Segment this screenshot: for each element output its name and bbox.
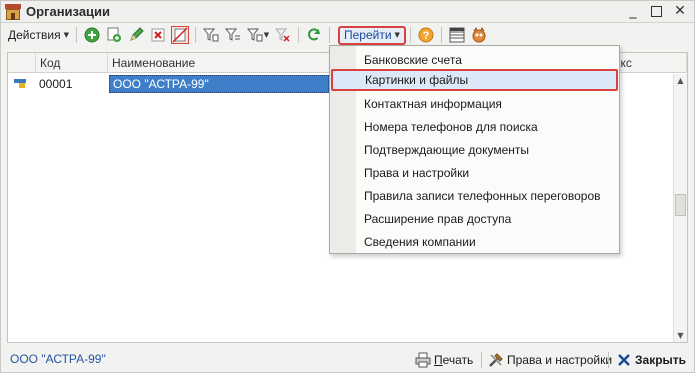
toolbar-separator (440, 27, 442, 43)
organizations-window: Организации _ ✕ Действия ▼ ▼ Перейти ▼ ?… (0, 0, 695, 373)
close-window-button[interactable]: ✕ (672, 3, 688, 19)
filter-clear-icon (274, 28, 290, 42)
vertical-scrollbar[interactable]: ▲ ▼ (673, 74, 687, 342)
menu-item-call-recording-rules[interactable]: Правила записи телефонных переговоров (330, 185, 619, 207)
menu-item-company-info[interactable]: Сведения компании (330, 231, 619, 253)
maximize-button[interactable] (651, 6, 662, 17)
menu-item-access-extension[interactable]: Расширение прав доступа (330, 208, 619, 230)
mark-delete-button[interactable] (170, 26, 189, 44)
column-header-icon (8, 53, 36, 73)
list-settings-button[interactable] (448, 26, 466, 44)
toolbar-separator (297, 27, 299, 43)
filter-button[interactable] (202, 26, 220, 44)
edit-icon (130, 27, 144, 41)
menu-item-bank-accounts[interactable]: Банковские счета (330, 49, 619, 71)
help-button[interactable]: ? (417, 26, 435, 44)
goto-dropdown-menu: Банковские счета Картинки и файлы Контак… (329, 45, 620, 254)
goto-menu-button[interactable]: Перейти ▼ (337, 25, 406, 45)
filter-dropdown-icon (246, 28, 263, 42)
chevron-down-icon: ▼ (63, 31, 69, 39)
copy-button[interactable] (105, 26, 123, 44)
bottom-bar: ООО "АСТРА-99" Печать Права и настройки … (1, 348, 694, 372)
toolbar: Действия ▼ ▼ Перейти ▼ ? (1, 24, 694, 46)
toolbar-separator (194, 27, 196, 43)
refresh-button[interactable] (305, 26, 323, 44)
toolbar-separator (409, 27, 411, 43)
rights-settings-label: Права и настройки (507, 353, 613, 367)
minimize-button[interactable]: _ (625, 3, 641, 19)
chevron-down-icon: ▼ (263, 31, 270, 39)
actions-menu-button[interactable]: Действия ▼ (5, 25, 72, 45)
svg-text:?: ? (423, 30, 430, 42)
organization-building-icon (5, 3, 21, 20)
chevron-down-icon: ▼ (394, 31, 400, 39)
catalog-item-icon (14, 79, 28, 89)
tools-icon (489, 353, 503, 367)
goto-label: Перейти (343, 28, 392, 42)
print-label: ечать (442, 353, 474, 367)
actions-label: Действия (8, 28, 61, 42)
menu-item-pictures-files[interactable]: Картинки и файлы (331, 69, 618, 91)
add-icon (84, 27, 100, 43)
filter-dropdown-button[interactable]: ▼ (246, 26, 270, 44)
printer-icon (415, 352, 431, 368)
selected-item-status: ООО "АСТРА-99" (10, 352, 106, 366)
copy-icon (107, 27, 121, 42)
rights-settings-button[interactable]: Права и настройки (488, 351, 612, 369)
menu-item-supporting-docs[interactable]: Подтверждающие документы (330, 139, 619, 161)
refresh-icon (308, 28, 320, 41)
toolbar-separator (328, 27, 330, 43)
filter-icon (202, 28, 219, 42)
close-label: Закрыть (635, 353, 687, 367)
bottom-separator (608, 352, 609, 368)
scroll-up-icon[interactable]: ▲ (674, 74, 687, 87)
cell-code: 00001 (39, 77, 73, 91)
edit-button[interactable] (127, 26, 145, 44)
delete-icon (151, 28, 165, 42)
help-icon: ? (418, 27, 434, 43)
add-button[interactable] (83, 26, 101, 44)
window-title: Организации (26, 4, 111, 19)
list-settings-icon (449, 27, 465, 43)
print-button[interactable]: Печать (415, 351, 473, 369)
filter-list-button[interactable] (224, 26, 242, 44)
filter-list-icon (224, 28, 240, 41)
filter-clear-button[interactable] (274, 26, 292, 44)
title-bar: Организации _ ✕ (1, 1, 694, 23)
menu-item-phone-numbers[interactable]: Номера телефонов для поиска (330, 116, 619, 138)
column-header-code[interactable]: Код (36, 53, 108, 73)
close-icon (618, 354, 630, 366)
view-icon (472, 27, 486, 43)
bottom-separator (481, 352, 482, 368)
delete-button[interactable] (149, 26, 167, 44)
close-button[interactable]: Закрыть (617, 351, 686, 369)
toolbar-separator (75, 27, 77, 43)
scroll-down-icon[interactable]: ▼ (674, 329, 687, 342)
view-mode-button[interactable] (470, 26, 488, 44)
menu-item-contact-info[interactable]: Контактная информация (330, 93, 619, 115)
cell-name: ООО "АСТРА-99" (109, 75, 329, 93)
scroll-thumb[interactable] (675, 194, 686, 216)
menu-item-rights-settings[interactable]: Права и настройки (330, 162, 619, 184)
mark-delete-icon (172, 27, 188, 43)
print-label-accel: П (434, 353, 443, 367)
